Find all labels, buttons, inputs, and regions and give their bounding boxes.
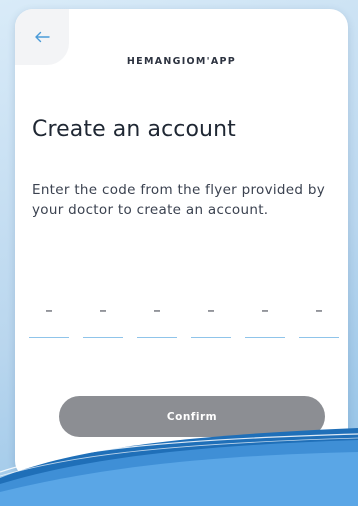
screen: HEMANGIOM'APP Create an account Enter th… <box>0 0 358 506</box>
code-underline <box>299 336 339 338</box>
code-digit-1[interactable]: – <box>29 286 69 338</box>
code-placeholder: – <box>315 301 323 319</box>
code-digit-2[interactable]: – <box>83 286 123 338</box>
code-underline <box>137 336 177 338</box>
code-placeholder: – <box>261 301 269 319</box>
decorative-waves <box>0 428 358 506</box>
page-title: Create an account <box>32 117 236 142</box>
code-placeholder: – <box>153 301 161 319</box>
code-placeholder: – <box>45 301 53 319</box>
code-digit-5[interactable]: – <box>245 286 285 338</box>
code-input-group: – – – – – – <box>29 286 348 338</box>
code-underline <box>245 336 285 338</box>
code-placeholder: – <box>207 301 215 319</box>
account-card: HEMANGIOM'APP Create an account Enter th… <box>15 9 348 479</box>
code-digit-4[interactable]: – <box>191 286 231 338</box>
code-underline <box>29 336 69 338</box>
code-underline <box>191 336 231 338</box>
arrow-left-icon <box>34 28 50 47</box>
app-brand: HEMANGIOM'APP <box>126 56 237 67</box>
instructions-text: Enter the code from the flyer provided b… <box>32 182 326 218</box>
code-placeholder: – <box>99 301 107 319</box>
code-underline <box>83 336 123 338</box>
code-digit-3[interactable]: – <box>137 286 177 338</box>
code-digit-6[interactable]: – <box>299 286 339 338</box>
